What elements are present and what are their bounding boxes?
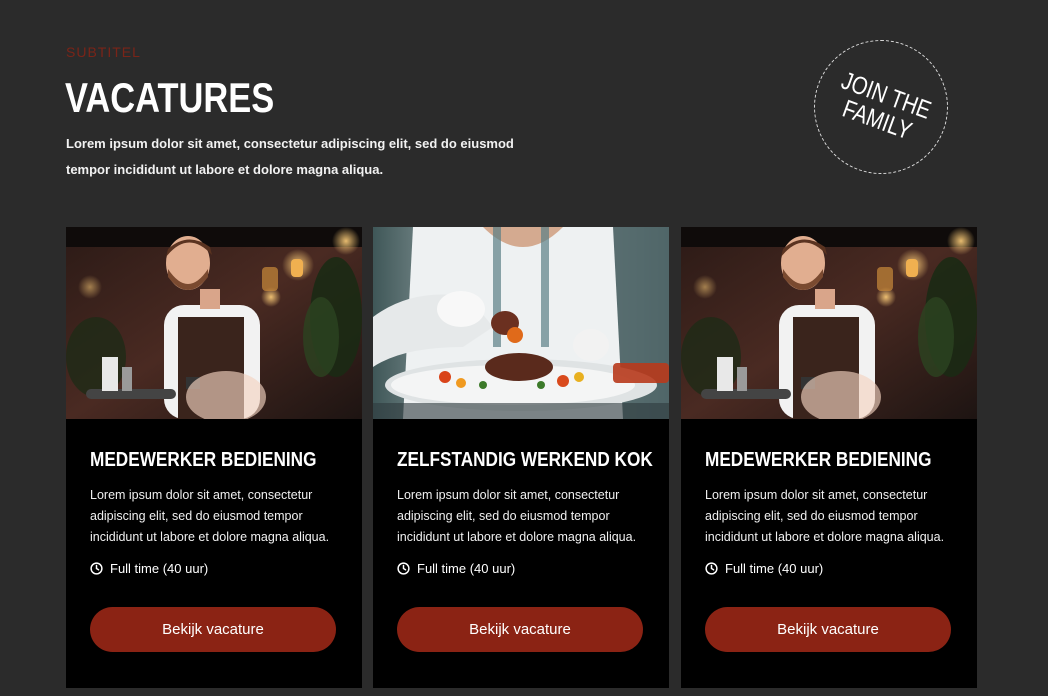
vacancy-description: Lorem ipsum dolor sit amet, consectetur … xyxy=(705,488,945,544)
vacancy-card: MEDEWERKER BEDIENING Lorem ipsum dolor s… xyxy=(681,227,977,688)
clock-icon xyxy=(705,562,718,575)
hours-label: Full time (40 uur) xyxy=(110,561,209,576)
hours-label: Full time (40 uur) xyxy=(417,561,516,576)
clock-icon xyxy=(397,562,410,575)
vacancy-card: MEDEWERKER BEDIENING Lorem ipsum dolor s… xyxy=(66,227,362,688)
clock-icon xyxy=(90,562,103,575)
vacancy-description: Lorem ipsum dolor sit amet, consectetur … xyxy=(90,488,330,544)
join-the-family-badge: JOIN THE FAMILY xyxy=(814,40,948,174)
waiter-photo xyxy=(66,227,362,419)
vacancy-card: ZELFSTANDIG WERKEND KOK Lorem ipsum dolo… xyxy=(373,227,669,688)
view-vacancy-button[interactable]: Bekijk vacature xyxy=(397,607,643,652)
waiter-photo xyxy=(681,227,977,419)
intro-text: Lorem ipsum dolor sit amet, consectetur … xyxy=(66,136,514,177)
vacancy-hours: Full time (40 uur) xyxy=(397,561,515,576)
view-vacancy-button[interactable]: Bekijk vacature xyxy=(705,607,951,652)
vacancy-title: MEDEWERKER BEDIENING xyxy=(705,449,932,471)
vacancy-hours: Full time (40 uur) xyxy=(90,561,208,576)
view-vacancy-button[interactable]: Bekijk vacature xyxy=(90,607,336,652)
page-title: VACATURES xyxy=(65,74,275,121)
subtitle: SUBTITEL xyxy=(66,44,141,60)
chef-plating-photo xyxy=(373,227,669,419)
vacancy-description: Lorem ipsum dolor sit amet, consectetur … xyxy=(397,488,637,544)
vacancy-title: ZELFSTANDIG WERKEND KOK xyxy=(397,449,653,471)
badge-text: JOIN THE FAMILY xyxy=(796,22,968,194)
hours-label: Full time (40 uur) xyxy=(725,561,824,576)
vacancy-title: MEDEWERKER BEDIENING xyxy=(90,449,317,471)
vacancy-hours: Full time (40 uur) xyxy=(705,561,823,576)
